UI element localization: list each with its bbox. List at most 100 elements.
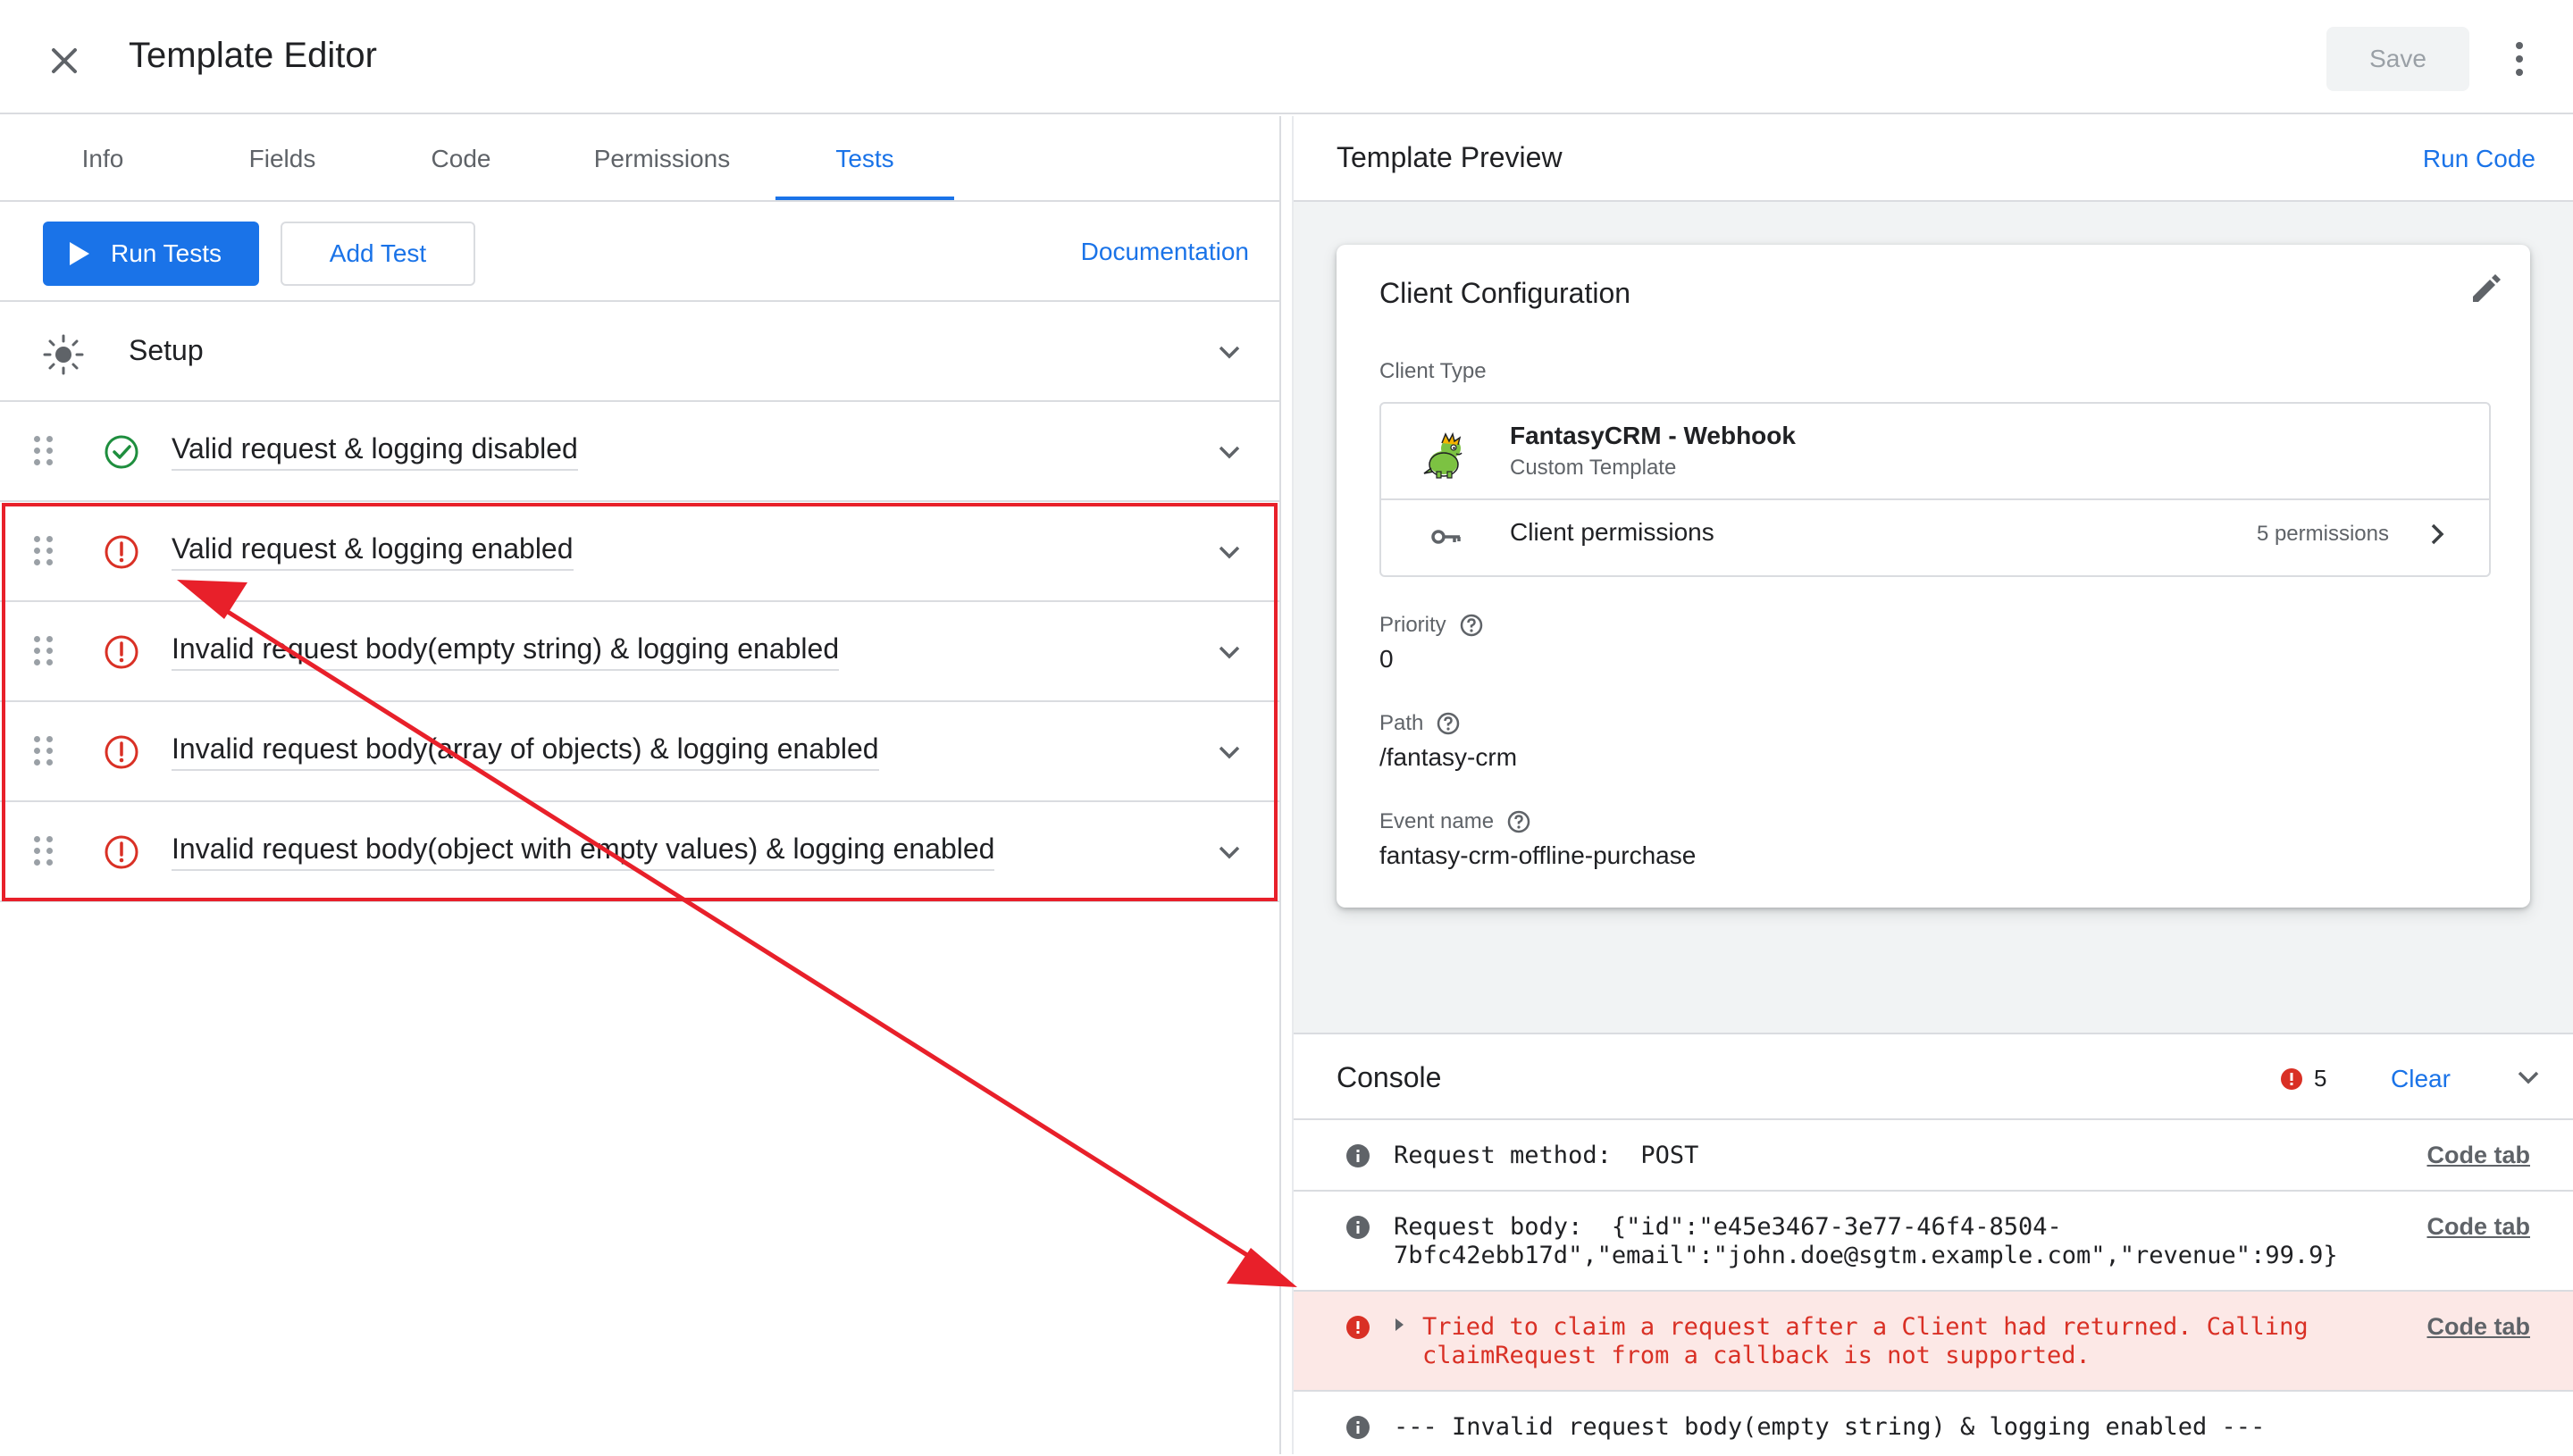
chevron-right-icon[interactable] xyxy=(2421,518,2453,550)
code-tab-link[interactable]: Code tab xyxy=(2426,1313,2530,1341)
test-label[interactable]: Invalid request body(empty string) & log… xyxy=(172,632,840,671)
info-icon xyxy=(1346,1416,1370,1439)
console-title: Console xyxy=(1337,1061,1442,1093)
key-icon xyxy=(1431,530,1461,544)
check-circle-icon xyxy=(105,435,138,469)
permissions-count: 5 permissions xyxy=(2256,522,2389,546)
client-name: FantasyCRM - Webhook xyxy=(1510,422,1796,449)
tests-toolbar: Run Tests Add Test Documentation xyxy=(0,202,1279,302)
sun-icon xyxy=(43,334,84,375)
test-row[interactable]: Valid request & logging enabled xyxy=(0,502,1279,602)
drag-handle-icon[interactable] xyxy=(34,436,54,466)
error-icon xyxy=(1346,1316,1370,1339)
chevron-down-icon[interactable] xyxy=(1211,534,1247,570)
console-log-entry: --- Invalid request body(empty string) &… xyxy=(1294,1392,2573,1456)
client-permissions-label: Client permissions xyxy=(1510,518,1714,546)
test-row[interactable]: Invalid request body(empty string) & log… xyxy=(0,602,1279,702)
clear-button[interactable]: Clear xyxy=(2391,1065,2451,1093)
test-label[interactable]: Valid request & logging disabled xyxy=(172,432,578,471)
console-error-entry: Tried to claim a request after a Client … xyxy=(1294,1292,2573,1392)
setup-row[interactable]: Setup xyxy=(0,302,1279,402)
console-panel: Console 5 Clear Request method: POST Cod… xyxy=(1294,1033,2573,1454)
documentation-link[interactable]: Documentation xyxy=(1081,238,1249,266)
client-type-label: Client Type xyxy=(1379,359,1487,383)
error-count: 5 xyxy=(2314,1065,2327,1092)
help-icon[interactable] xyxy=(1459,613,1484,638)
priority-value: 0 xyxy=(1379,645,1394,673)
tab-info[interactable]: Info xyxy=(36,116,170,202)
event-name-label-row: Event name xyxy=(1379,809,1531,834)
info-icon xyxy=(1346,1216,1370,1239)
log-text: Request method: POST xyxy=(1394,1142,1699,1169)
save-button[interactable]: Save xyxy=(2326,27,2469,91)
tab-tests[interactable]: Tests xyxy=(775,116,954,202)
help-icon[interactable] xyxy=(1506,809,1531,834)
error-circle-icon xyxy=(105,835,138,869)
test-label[interactable]: Valid request & logging enabled xyxy=(172,532,574,571)
add-test-button[interactable]: Add Test xyxy=(281,222,475,286)
code-tab-link[interactable]: Code tab xyxy=(2426,1213,2530,1241)
run-tests-button[interactable]: Run Tests xyxy=(43,222,259,286)
chevron-down-icon[interactable] xyxy=(1211,734,1247,770)
error-circle-icon xyxy=(105,535,138,569)
editor-tabs: Info Fields Code Permissions Tests xyxy=(0,116,1279,202)
info-icon xyxy=(1346,1144,1370,1167)
client-subtitle: Custom Template xyxy=(1510,456,1677,480)
code-tab-link[interactable]: Code tab xyxy=(2426,1142,2530,1169)
chevron-down-icon[interactable] xyxy=(1211,834,1247,870)
tab-fields[interactable]: Fields xyxy=(211,116,354,202)
tests-panel: Info Fields Code Permissions Tests Run T… xyxy=(0,116,1279,1454)
active-tab-indicator xyxy=(775,197,954,200)
chevron-down-icon[interactable] xyxy=(2510,1059,2546,1095)
event-name-label: Event name xyxy=(1379,809,1495,833)
error-count-badge: 5 xyxy=(2280,1065,2326,1092)
expand-caret-icon[interactable] xyxy=(1395,1318,1404,1331)
test-row[interactable]: Valid request & logging disabled xyxy=(0,402,1279,502)
card-title: Client Configuration xyxy=(1379,277,1631,309)
test-row[interactable]: Invalid request body(array of objects) &… xyxy=(0,702,1279,802)
test-label[interactable]: Invalid request body(array of objects) &… xyxy=(172,732,879,771)
error-icon xyxy=(2281,1067,2302,1090)
drag-handle-icon[interactable] xyxy=(34,736,54,766)
setup-label: Setup xyxy=(129,334,204,366)
dragon-icon xyxy=(1423,431,1463,479)
test-label[interactable]: Invalid request body(object with empty v… xyxy=(172,833,995,871)
play-icon xyxy=(70,242,89,265)
run-code-button[interactable]: Run Code xyxy=(2423,145,2535,173)
log-text: --- Invalid request body(empty string) &… xyxy=(1394,1413,2266,1441)
log-text: Tried to claim a request after a Client … xyxy=(1422,1313,2309,1369)
path-label-row: Path xyxy=(1379,711,1461,736)
console-header: Console 5 Clear xyxy=(1294,1034,2573,1120)
preview-title: Template Preview xyxy=(1337,141,1563,173)
preview-header: Template Preview Run Code xyxy=(1294,116,2573,202)
console-log-entry: Request method: POST Code tab xyxy=(1294,1120,2573,1192)
more-vert-icon[interactable] xyxy=(2509,38,2530,80)
preview-panel: Template Preview Run Code Client Configu… xyxy=(1294,116,2573,1454)
chevron-down-icon[interactable] xyxy=(1211,434,1247,470)
app-header: Template Editor Save xyxy=(0,0,2573,114)
log-text: Request body: {"id":"e45e3467-3e77-46f4-… xyxy=(1394,1213,2338,1269)
client-template-row: FantasyCRM - Webhook Custom Template xyxy=(1381,404,2489,500)
chevron-down-icon[interactable] xyxy=(1211,634,1247,670)
drag-handle-icon[interactable] xyxy=(34,836,54,866)
close-icon[interactable] xyxy=(43,39,86,82)
client-configuration-card: Client Configuration Client Type Fantasy… xyxy=(1337,245,2530,908)
help-icon[interactable] xyxy=(1436,711,1461,736)
event-name-value: fantasy-crm-offline-purchase xyxy=(1379,841,1697,869)
chevron-down-icon[interactable] xyxy=(1211,334,1247,370)
tab-code[interactable]: Code xyxy=(390,116,532,202)
priority-label: Priority xyxy=(1379,613,1446,637)
tab-permissions[interactable]: Permissions xyxy=(568,116,756,202)
client-type-box: FantasyCRM - Webhook Custom Template Cli… xyxy=(1379,402,2491,577)
path-label: Path xyxy=(1379,711,1424,735)
drag-handle-icon[interactable] xyxy=(34,636,54,666)
panel-divider[interactable] xyxy=(1279,116,1294,1454)
page-title: Template Editor xyxy=(129,36,377,75)
edit-pencil-icon[interactable] xyxy=(2468,270,2505,307)
error-circle-icon xyxy=(105,735,138,769)
run-tests-label: Run Tests xyxy=(111,239,222,267)
path-value: /fantasy-crm xyxy=(1379,743,1518,771)
test-row[interactable]: Invalid request body(object with empty v… xyxy=(0,802,1279,902)
drag-handle-icon[interactable] xyxy=(34,536,54,566)
error-circle-icon xyxy=(105,635,138,669)
